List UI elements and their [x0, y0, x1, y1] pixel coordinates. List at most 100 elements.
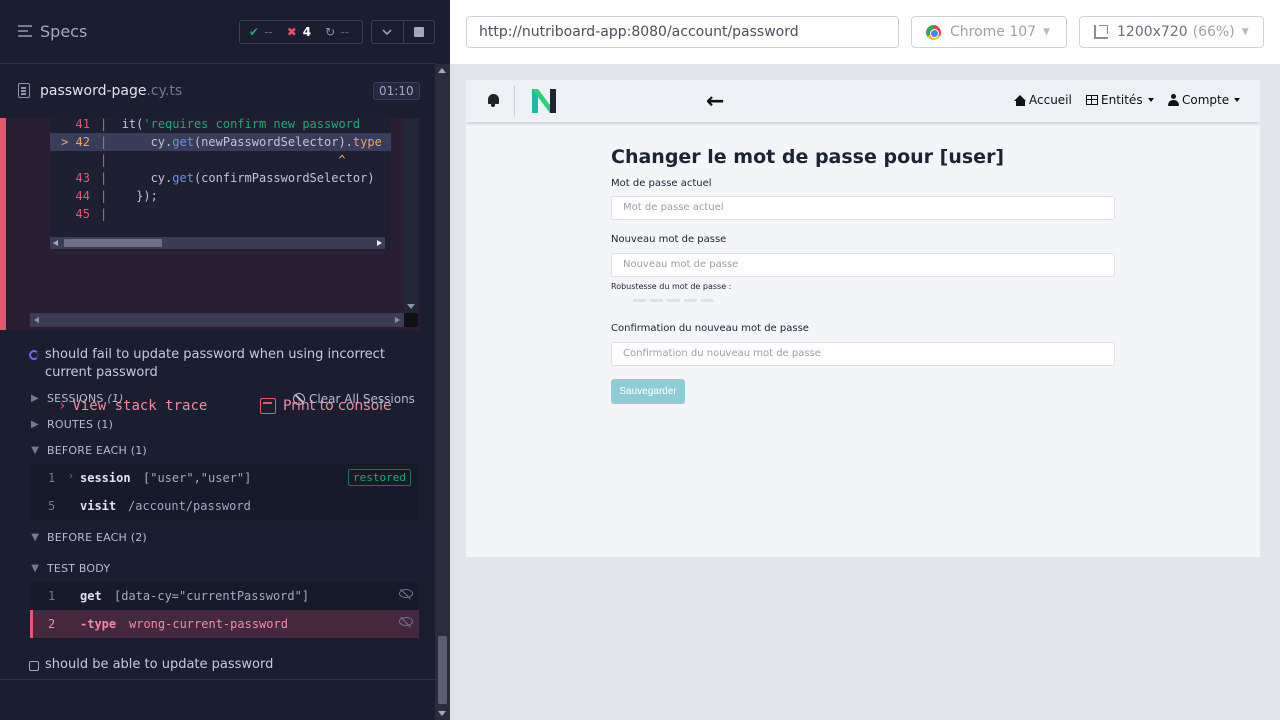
code-token: (confirmPasswordSelector) — [193, 171, 375, 185]
options-dropdown-button[interactable] — [372, 21, 404, 43]
line-number: 41 — [75, 118, 90, 131]
specs-header: Specs ✔ -- ✖ 4 ↻ -- — [0, 0, 435, 64]
gutter-bar: | — [100, 189, 122, 203]
status-badge: restored — [348, 469, 411, 486]
sessions-section-toggle[interactable]: SESSIONS (1) — [47, 392, 124, 405]
confirm-password-label: Confirmation du nouveau mot de passe — [611, 323, 809, 334]
menu-icon[interactable] — [18, 25, 32, 37]
specs-title[interactable]: Specs — [40, 22, 87, 41]
app-under-test: ← Accueil Entités Compte Changer le mot … — [466, 80, 1260, 557]
command-name: visit — [80, 499, 117, 513]
code-line: 44 | }); — [50, 187, 391, 205]
failed-x-icon: ✖ — [286, 25, 297, 39]
test-title-running[interactable]: should fail to update password when usin… — [45, 346, 405, 382]
password-strength-label: Robustesse du mot de passe : — [611, 282, 732, 291]
command-row-type-failed[interactable]: 2 -type wrong-current-password — [30, 610, 419, 638]
brand-logo[interactable] — [531, 88, 557, 114]
routes-section-toggle[interactable]: ROUTES (1) — [47, 418, 113, 431]
nav-home[interactable]: Accueil — [1014, 93, 1072, 107]
error-panel-horizontal-scrollbar[interactable] — [30, 313, 404, 327]
current-password-input[interactable]: Mot de passe actuel — [611, 196, 1115, 220]
current-password-label: Mot de passe actuel — [611, 178, 712, 189]
test-title-pending[interactable]: should be able to update password — [45, 656, 405, 674]
viewport-zoom: (66%) — [1192, 24, 1235, 40]
url-bar[interactable]: http://nutriboard-app:8080/account/passw… — [466, 16, 899, 48]
password-strength-bar — [633, 299, 718, 302]
command-number: 1 — [48, 589, 56, 603]
reporter-vertical-scrollbar[interactable] — [435, 64, 450, 720]
command-message: /account/password — [128, 499, 251, 513]
confirm-password-input[interactable]: Confirmation du nouveau mot de passe — [611, 342, 1115, 366]
browser-name: Chrome 107 — [950, 24, 1037, 40]
test-body-toggle[interactable]: TEST BODY — [47, 562, 110, 575]
code-token: cy. — [121, 171, 173, 185]
gutter-bar: | — [100, 118, 122, 131]
browser-selector[interactable]: Chrome 107 ▼ — [911, 16, 1067, 48]
command-message: [data-cy="currentPassword"] — [114, 589, 310, 603]
save-button[interactable]: Sauvegarder — [611, 379, 685, 404]
nav-account-dropdown[interactable]: Compte — [1168, 93, 1241, 107]
eye-slash-icon[interactable] — [399, 617, 413, 626]
code-line: 41 | it('requires confirm new password — [50, 118, 391, 133]
command-name: session — [80, 471, 131, 485]
chevron-right-icon[interactable]: › — [68, 471, 74, 482]
code-horizontal-scrollbar[interactable] — [50, 237, 385, 249]
command-message: ["user","user"] — [143, 471, 252, 485]
nav-entities-dropdown[interactable]: Entités — [1086, 93, 1154, 107]
eye-slash-icon[interactable] — [399, 589, 413, 598]
bell-icon[interactable] — [487, 93, 499, 107]
command-number: 1 — [48, 471, 56, 485]
code-token: cy. — [121, 135, 173, 149]
chevron-down-icon: ▶ — [29, 564, 41, 573]
terminal-icon — [260, 398, 276, 414]
spec-file-row[interactable]: password-page.cy.ts 01:10 — [0, 76, 435, 106]
ban-icon — [293, 393, 305, 405]
line-number: > 42 — [61, 135, 90, 149]
passed-count: -- — [264, 25, 273, 39]
chevron-right-icon: ▶ — [31, 393, 39, 404]
code-text: it('requires confirm new password — [122, 118, 360, 131]
code-text: ^ — [122, 153, 345, 167]
code-text: cy.get(newPasswordSelector).type — [122, 135, 382, 149]
stop-button[interactable] — [404, 21, 435, 43]
viewport-info[interactable]: 1200x720 (66%) ▼ — [1079, 16, 1264, 48]
code-token: e — [374, 135, 382, 149]
command-row-get[interactable]: 1 get [data-cy="currentPassword"] — [30, 582, 419, 610]
sessions-count: (1) — [107, 392, 124, 405]
gutter-bar: | — [100, 135, 122, 149]
reporter-panel: Specs ✔ -- ✖ 4 ↻ -- password-page.cy.ts … — [0, 0, 450, 720]
chevron-down-icon: ▶ — [29, 446, 41, 455]
chevron-down-icon: ▼ — [1043, 27, 1051, 37]
code-token: typ — [352, 135, 375, 149]
command-number: 5 — [48, 499, 56, 513]
caret-down-icon — [1147, 98, 1154, 102]
error-panel-vertical-scrollbar[interactable] — [404, 118, 418, 313]
passed-check-icon: ✔ — [249, 25, 260, 39]
new-password-input[interactable]: Nouveau mot de passe — [611, 253, 1115, 277]
before-each-1-toggle[interactable]: BEFORE EACH (1) — [47, 444, 147, 457]
stop-icon — [413, 27, 424, 37]
test-stats: ✔ -- ✖ 4 ↻ -- — [239, 20, 363, 44]
spec-filename: password-page.cy.ts — [40, 83, 182, 99]
clear-all-sessions-button[interactable]: Clear All Sessions — [293, 392, 415, 406]
nav-home-label: Accueil — [1029, 93, 1072, 107]
command-row-session[interactable]: 1 › session ["user","user"] restored — [30, 464, 419, 492]
command-name: get — [80, 589, 102, 603]
gutter-bar: | — [100, 153, 122, 167]
failed-count: 4 — [302, 25, 312, 39]
back-arrow-icon[interactable]: ← — [706, 89, 724, 114]
code-token: (newPasswordSelector). — [193, 135, 353, 149]
pending-count: -- — [340, 25, 349, 39]
caret-down-icon — [1234, 98, 1241, 102]
viewport-size: 1200x720 — [1117, 24, 1188, 40]
pending-test-icon — [29, 661, 39, 671]
command-row-visit[interactable]: 5 visit /account/password — [30, 492, 419, 520]
code-token: get — [172, 171, 194, 185]
nav-entities-label: Entités — [1101, 93, 1143, 107]
chevron-down-icon — [382, 29, 392, 35]
run-controls — [371, 20, 435, 44]
nav-account-label: Compte — [1182, 93, 1230, 107]
code-line: | ^ — [50, 151, 391, 169]
before-each-2-toggle[interactable]: BEFORE EACH (2) — [47, 531, 147, 544]
chrome-icon — [926, 24, 941, 40]
